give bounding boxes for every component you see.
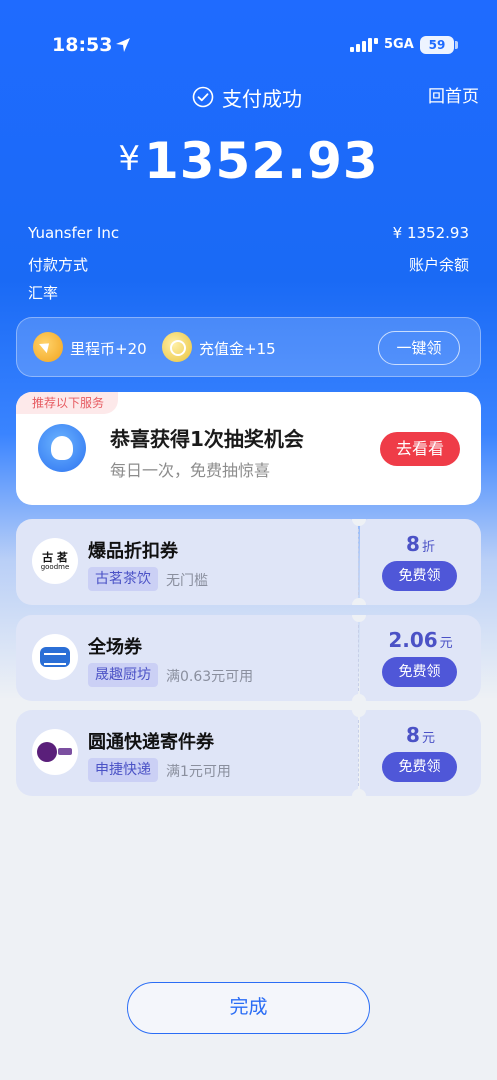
payment-method-label: 付款方式 (28, 256, 89, 274)
coupon-card[interactable]: 古 茗 goodme 爆品折扣券 古茗茶饮 无门槛 8折 免费领 (16, 519, 481, 605)
coupon-value: 8折 (360, 532, 481, 556)
check-circle-icon (192, 86, 214, 108)
back-to-home-link[interactable]: 回首页 (428, 82, 479, 107)
battery-indicator: 59 (420, 36, 454, 54)
coupon-value-unit: 折 (421, 540, 435, 555)
detail-row-exchange-rate: 汇率 (28, 282, 469, 306)
coupon-divider (358, 529, 359, 595)
coupon-card[interactable]: 圆通快递寄件券 申捷快递 满1元可用 8元 免费领 (16, 710, 481, 796)
coupon-divider (358, 720, 359, 786)
coupon-title: 爆品折扣券 (88, 541, 178, 562)
coupon-condition: 满1元可用 (166, 764, 231, 780)
coupon-card[interactable]: 全场券 晟趣厨坊 满0.63元可用 2.06 元 免费领 (16, 615, 481, 701)
coupon-divider (358, 625, 359, 691)
exchange-rate-label: 汇率 (28, 284, 59, 302)
detail-row-payment-method: 付款方式 账户余额 (28, 254, 469, 278)
coupon-value-unit: 元 (421, 731, 435, 746)
merchant-name: Yuansfer Inc (28, 224, 120, 242)
recommend-tag: 推荐以下服务 (16, 392, 119, 414)
mileage-reward-label: 里程币+20 (70, 340, 147, 358)
coupon-brand-tag: 申捷快递 (88, 758, 158, 782)
coupon-notch (352, 789, 366, 796)
goodme-logo: 古 茗 goodme (32, 538, 78, 584)
amount-value: 1352.93 (143, 132, 379, 190)
network-type: 5GA (384, 37, 414, 52)
lottery-icon (38, 424, 86, 472)
merchant-amount: ¥ 1352.93 (392, 224, 469, 242)
coupon-value-unit: 元 (439, 636, 453, 651)
claim-coupon-button[interactable]: 免费领 (382, 657, 457, 687)
coupon-condition: 满0.63元可用 (166, 669, 254, 685)
coupon-value-number: 2.06 (388, 628, 438, 652)
currency-symbol: ¥ (118, 139, 140, 179)
go-see-button[interactable]: 去看看 (380, 432, 460, 466)
mileage-coin-icon (33, 332, 63, 362)
express-logo-mark (37, 742, 57, 762)
express-logo-text-mark (58, 748, 72, 755)
status-bar: 18:53 5GA 59 (0, 30, 497, 60)
coupon-value-number: 8 (406, 723, 420, 747)
coupon-value: 2.06 元 (360, 628, 481, 652)
reward-bar: 里程币+20 充值金+15 一键领 (16, 317, 481, 377)
recharge-coin-icon (162, 332, 192, 362)
kitchen-brand-logo (32, 634, 78, 680)
coupon-title: 圆通快递寄件券 (88, 732, 214, 753)
express-brand-logo (32, 729, 78, 775)
payment-status: 支付成功 (192, 84, 302, 111)
coupon-title: 全场券 (88, 637, 142, 658)
coupon-condition: 无门槛 (166, 573, 208, 589)
coupon-brand-tag: 古茗茶饮 (88, 567, 158, 591)
lottery-subtitle: 每日一次，免费抽惊喜 (110, 461, 271, 480)
status-time: 18:53 (52, 34, 113, 56)
claim-coupon-button[interactable]: 免费领 (382, 752, 457, 782)
location-arrow-icon (116, 38, 130, 52)
battery-tip (455, 41, 458, 49)
coupon-value: 8元 (360, 723, 481, 747)
coupon-notch (352, 694, 366, 701)
payment-status-text: 支付成功 (222, 86, 302, 111)
lottery-title: 恭喜获得1次抽奖机会 (110, 427, 304, 451)
payment-amount: ¥1352.93 (0, 132, 497, 190)
coupon-notch (352, 598, 366, 605)
claim-coupon-button[interactable]: 免费领 (382, 561, 457, 591)
done-button[interactable]: 完成 (127, 982, 370, 1034)
coupon-value-number: 8 (406, 532, 420, 556)
claim-all-button[interactable]: 一键领 (378, 331, 460, 365)
payment-method-value: 账户余额 (408, 256, 469, 274)
detail-row-merchant: Yuansfer Inc ¥ 1352.93 (28, 224, 469, 248)
logo-subtext: goodme (40, 563, 70, 571)
kitchen-logo-mark (40, 647, 70, 667)
signal-icon (350, 38, 378, 52)
recharge-reward-label: 充值金+15 (199, 340, 276, 358)
coupon-brand-tag: 晟趣厨坊 (88, 663, 158, 687)
